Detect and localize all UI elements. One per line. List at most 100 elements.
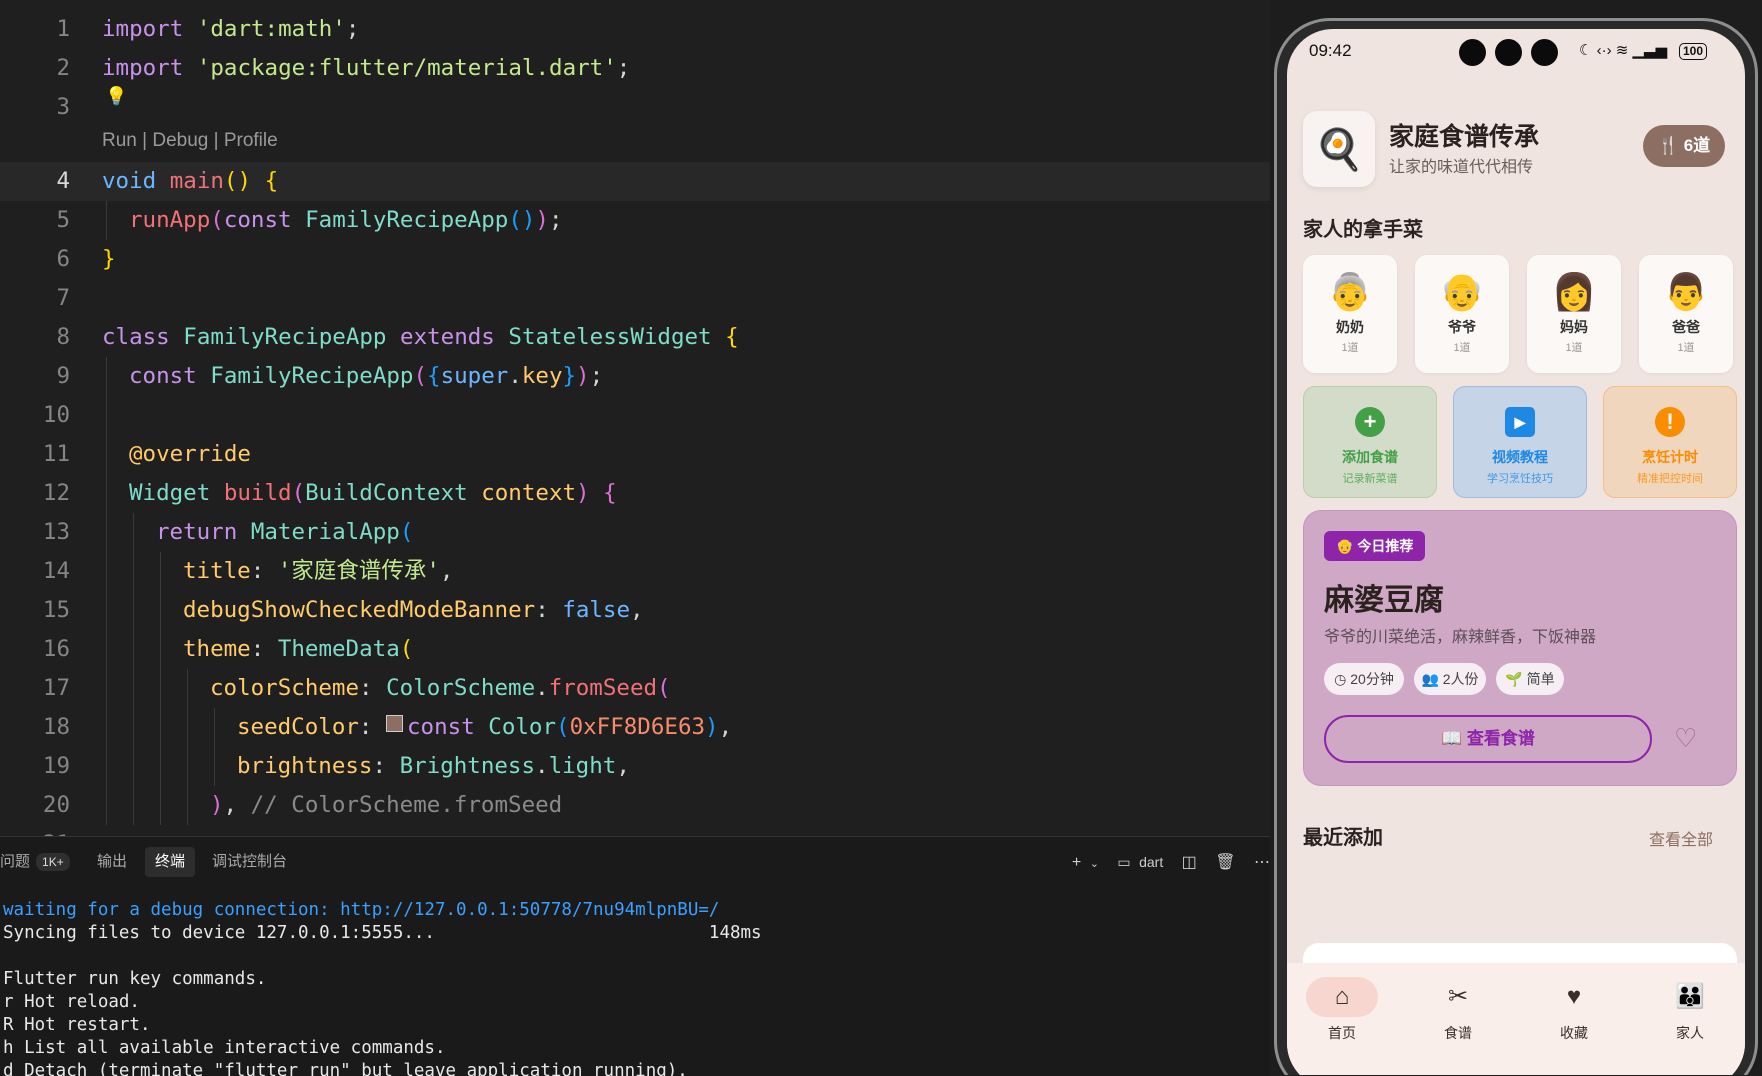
member-card[interactable]: 👨 爸爸 1道 [1639,255,1733,373]
code-line[interactable]: 20), // ColorScheme.fromSeed [0,786,1270,825]
tab-problems-label: 问题 [0,853,31,870]
code-text[interactable]: @override [129,435,251,474]
family-icon: 👪 [1675,983,1705,1010]
terminal-line: h List all available interactive command… [3,1038,446,1058]
featured-recipe-desc: 爷爷的川菜绝活，麻辣鲜香，下饭神器 [1324,629,1597,646]
nav-favorites[interactable]: ♥ 收藏 [1529,977,1619,1043]
featured-recipe-card[interactable]: 👴 今日推荐 麻婆豆腐 爷爷的川菜绝活，麻辣鲜香，下饭神器 ◷ 20分钟 👥 2… [1303,510,1737,786]
nav-home[interactable]: ⌂ 首页 [1297,977,1387,1043]
code-line[interactable]: 1 import 'dart:math'; [0,10,1270,49]
code-text[interactable]: void main() { [102,162,278,201]
lightbulb-icon[interactable]: 💡 [105,86,127,107]
color-swatch[interactable] [386,715,404,732]
featured-recipe-name: 麻婆豆腐 [1324,584,1444,617]
line-number: 13 [42,519,70,545]
cooking-timer-button[interactable]: ! 烹饪计时 精准把控时间 [1603,386,1737,498]
tab-debug-console[interactable]: 调试控制台 [212,847,287,877]
chevron-down-icon[interactable]: ⌄ [1090,858,1099,870]
code-line[interactable]: 5 runApp(const FamilyRecipeApp()); [0,201,1270,240]
code-text[interactable]: debugShowCheckedModeBanner: false, [183,591,644,630]
member-count: 1道 [1565,342,1583,354]
moon-icon: ☾ ‹·› ≋ ▁▃▅ [1579,42,1668,59]
nav-recipes[interactable]: ✂ 食谱 [1413,977,1503,1043]
problems-count-badge: 1K+ [36,853,70,871]
member-card[interactable]: 👵 奶奶 1道 [1303,255,1397,373]
code-text[interactable]: class FamilyRecipeApp extends StatelessW… [102,318,739,357]
member-card[interactable]: 👩 妈妈 1道 [1527,255,1621,373]
nav-family[interactable]: 👪 家人 [1645,977,1735,1043]
code-line[interactable]: 12 Widget build(BuildContext context) { [0,474,1270,513]
code-line[interactable]: 2 import 'package:flutter/material.dart'; [0,49,1270,88]
code-line[interactable]: 17 colorScheme: ColorScheme.fromSeed( [0,669,1270,708]
action-subtitle: 精准把控时间 [1637,473,1703,485]
camera-icon [1495,39,1522,66]
section-title: 家人的拿手菜 [1303,219,1423,241]
code-line[interactable]: 4 void main() { [0,162,1270,201]
new-terminal-button[interactable]: + [1072,854,1081,871]
code-line[interactable]: 16 theme: ThemeData( [0,630,1270,669]
view-recipe-button[interactable]: 📖 查看食谱 [1324,715,1652,763]
code-line[interactable]: 9 const FamilyRecipeApp({super.key}); [0,357,1270,396]
heart-icon[interactable]: ♡ [1674,723,1697,754]
code-line[interactable]: 6} [0,240,1270,279]
code-line[interactable]: 21 [0,825,1270,836]
battery-icon: 100 [1679,43,1708,60]
avatar: 👴 [1439,271,1485,312]
line-number: 18 [42,714,70,740]
code-text[interactable]: seedColor: const Color(0xFF8D6E63), [237,708,732,747]
view-all-link[interactable]: 查看全部 [1649,826,1713,850]
code-line[interactable]: 13 return MaterialApp( [0,513,1270,552]
panel-tabs: 问题 1K+ 输出 终端 调试控制台 + ⌄ ▭ dart ◫ 🗑 ⋯ [0,847,1270,877]
shell-name[interactable]: dart [1139,854,1163,870]
more-icon[interactable]: ⋯ [1254,854,1270,871]
tab-problems[interactable]: 问题 1K+ [0,847,70,877]
line-number: 12 [42,480,70,506]
code-text[interactable]: runApp(const FamilyRecipeApp()); [129,201,563,240]
tab-output[interactable]: 输出 [97,847,127,877]
code-text[interactable]: ), // ColorScheme.fromSeed [210,786,562,825]
line-number: 7 [56,285,70,311]
emulator-window: 09:42 ☾ ‹·› ≋ ▁▃▅ 100 🍳 家庭食谱传承 让家的味道代代相传… [1270,0,1762,1075]
recipe-count-badge[interactable]: 🍴 6道 [1643,125,1725,167]
code-text[interactable]: colorScheme: ColorScheme.fromSeed( [210,669,671,708]
featured-tag: 👴 今日推荐 [1324,531,1426,561]
code-editor[interactable]: 1 import 'dart:math'; 2 import 'package:fl… [0,0,1270,836]
code-line[interactable]: 3 [0,88,1270,127]
code-text[interactable]: import 'package:flutter/material.dart'; [102,49,630,88]
phone-screen[interactable]: 09:42 ☾ ‹·› ≋ ▁▃▅ 100 🍳 家庭食谱传承 让家的味道代代相传… [1287,29,1745,1075]
code-line[interactable]: 15 debugShowCheckedModeBanner: false, [0,591,1270,630]
line-number: 4 [56,168,70,194]
code-line[interactable]: 19 brightness: Brightness.light, [0,747,1270,786]
add-recipe-button[interactable]: + 添加食谱 记录新菜谱 [1303,386,1437,498]
codelens[interactable]: Run | Debug | Profile [102,130,278,152]
code-text[interactable]: return MaterialApp( [156,513,413,552]
trash-icon[interactable]: 🗑 [1215,854,1235,871]
line-number: 6 [56,246,70,272]
member-count: 1道 [1677,342,1695,354]
code-line[interactable]: 11 @override [0,435,1270,474]
code-line[interactable]: 10 [0,396,1270,435]
member-name: 奶奶 [1336,319,1364,335]
code-text[interactable]: import 'dart:math'; [102,10,359,49]
split-terminal-icon[interactable]: ◫ [1182,854,1197,871]
timer-icon: ! [1655,407,1685,437]
code-line[interactable]: 18 seedColor: const Color(0xFF8D6E63), [0,708,1270,747]
action-subtitle: 学习烹饪技巧 [1487,473,1553,485]
line-number: 3 [56,94,70,120]
code-text[interactable]: } [102,240,116,279]
code-text[interactable]: theme: ThemeData( [183,630,413,669]
tab-terminal[interactable]: 终端 [145,847,196,877]
member-name: 爷爷 [1448,319,1476,335]
video-tutorial-button[interactable]: ▶ 视频教程 学习烹饪技巧 [1453,386,1587,498]
code-text[interactable]: title: '家庭食谱传承', [183,552,453,591]
code-text[interactable]: Widget build(BuildContext context) { [129,474,617,513]
terminal-line: Flutter run key commands. [3,969,267,989]
code-line[interactable]: 14 title: '家庭食谱传承', [0,552,1270,591]
avatar: 👨 [1663,271,1709,312]
code-line[interactable]: 8 class FamilyRecipeApp extends Stateless… [0,318,1270,357]
code-text[interactable]: brightness: Brightness.light, [237,747,630,786]
code-text[interactable]: const FamilyRecipeApp({super.key}); [129,357,603,396]
code-line[interactable]: 7 [0,279,1270,318]
camera-icon [1531,39,1558,66]
member-card[interactable]: 👴 爷爷 1道 [1415,255,1509,373]
